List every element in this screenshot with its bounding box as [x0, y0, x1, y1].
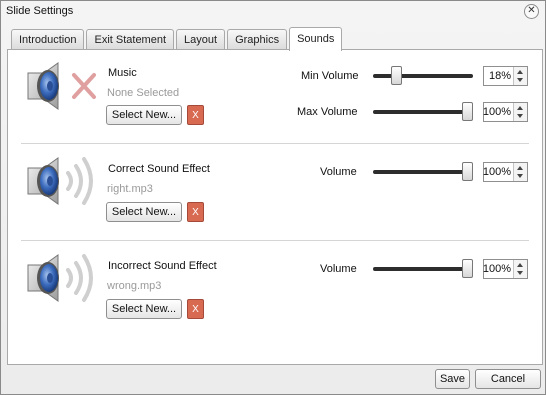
muted-x-icon [72, 73, 96, 99]
max-volume-track[interactable] [373, 110, 473, 114]
sound-waves-icon [66, 157, 93, 205]
incorrect-volume-track[interactable] [373, 267, 473, 271]
close-icon[interactable]: ✕ [524, 4, 539, 19]
correct-volume-label: Volume [320, 166, 357, 178]
section-divider [21, 240, 529, 241]
tab-sounds[interactable]: Sounds [289, 27, 343, 51]
tab-layout[interactable]: Layout [176, 29, 226, 49]
tab-exit-statement[interactable]: Exit Statement [86, 29, 175, 49]
incorrect-sound-section: Incorrect Sound Effect wrong.mp3 Select … [8, 243, 542, 335]
correct-volume-slider[interactable] [462, 162, 473, 181]
incorrect-volume-slider[interactable] [462, 259, 473, 278]
correct-volume-track[interactable] [373, 170, 473, 174]
spinner-arrows-icon[interactable] [513, 163, 527, 181]
sound-waves-icon [66, 254, 93, 302]
correct-clear-button[interactable]: X [187, 202, 204, 222]
min-volume-track[interactable] [373, 74, 473, 78]
cancel-button[interactable]: Cancel [475, 369, 541, 389]
min-volume-spinner[interactable]: 18% [483, 66, 528, 86]
tab-bar: Introduction Exit Statement Layout Graph… [11, 27, 344, 51]
slide-settings-dialog: Slide Settings ✕ Introduction Exit State… [0, 0, 546, 395]
spinner-arrows-icon[interactable] [513, 103, 527, 121]
min-volume-label: Min Volume [301, 70, 359, 82]
music-label: Music [108, 67, 137, 79]
music-clear-button[interactable]: X [187, 105, 204, 125]
min-volume-slider[interactable] [391, 66, 402, 85]
speaker-icon [27, 254, 93, 302]
correct-sound-label: Correct Sound Effect [108, 163, 210, 175]
music-select-button[interactable]: Select New... [106, 105, 182, 125]
spinner-arrows-icon[interactable] [513, 67, 527, 85]
incorrect-select-button[interactable]: Select New... [106, 299, 182, 319]
speaker-icon [27, 62, 96, 110]
correct-sound-file: right.mp3 [107, 183, 153, 195]
incorrect-sound-file: wrong.mp3 [107, 280, 162, 292]
tab-graphics[interactable]: Graphics [227, 29, 288, 49]
incorrect-sound-label: Incorrect Sound Effect [108, 260, 217, 272]
max-volume-slider[interactable] [462, 102, 473, 121]
incorrect-clear-button[interactable]: X [187, 299, 204, 319]
music-file: None Selected [107, 87, 180, 99]
window-title: Slide Settings [6, 5, 74, 17]
tab-introduction[interactable]: Introduction [11, 29, 85, 49]
incorrect-volume-spinner[interactable]: 100% [483, 259, 528, 279]
correct-select-button[interactable]: Select New... [106, 202, 182, 222]
incorrect-volume-label: Volume [320, 263, 357, 275]
correct-volume-spinner[interactable]: 100% [483, 162, 528, 182]
correct-volume-value: 100% [482, 166, 511, 178]
music-section: Music None Selected Select New... X Min … [8, 50, 542, 140]
speaker-icon [27, 157, 93, 205]
max-volume-value: 100% [482, 106, 511, 118]
min-volume-value: 18% [488, 70, 511, 82]
save-button[interactable]: Save [435, 369, 470, 389]
incorrect-volume-value: 100% [482, 263, 511, 275]
spinner-arrows-icon[interactable] [513, 260, 527, 278]
max-volume-label: Max Volume [297, 106, 358, 118]
correct-sound-section: Correct Sound Effect right.mp3 Select Ne… [8, 146, 542, 238]
section-divider [21, 143, 529, 144]
max-volume-spinner[interactable]: 100% [483, 102, 528, 122]
sounds-panel: Music None Selected Select New... X Min … [7, 49, 543, 365]
